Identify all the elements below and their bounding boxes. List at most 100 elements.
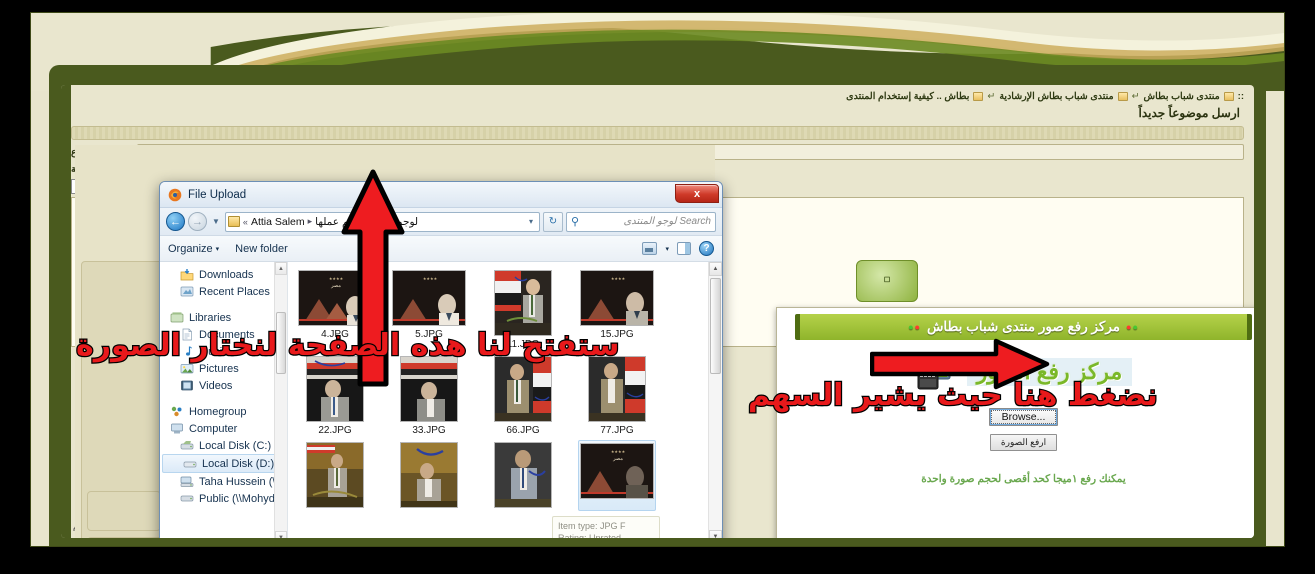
upload-image-button[interactable]: ارفع الصورة (989, 434, 1058, 451)
address-bar[interactable]: « Attia Salem ▸ تم عملها ▸ لوجو المنتدى … (224, 211, 540, 232)
thumbnail-image: ★★★★ (393, 271, 465, 325)
close-icon[interactable]: x (675, 184, 719, 203)
sidebar-item-documents[interactable]: Documents (160, 326, 287, 343)
preview-pane-icon[interactable] (677, 242, 691, 255)
file-label: 77.JPG (600, 425, 634, 436)
sidebar-item-pictures[interactable]: Pictures (160, 360, 287, 377)
scroll-down-icon[interactable]: ▼ (275, 531, 287, 538)
breadcrumb-item-0[interactable]: منتدى شباب بطاش (1144, 91, 1220, 102)
search-input[interactable]: Search لوجو المنتدى ⚲ (566, 211, 716, 232)
file-thumbnail (306, 356, 364, 422)
sidebar-item-local-disk-d[interactable]: Local Disk (D:) (162, 454, 285, 473)
thumbnail-image: ★★★★ مصر (581, 444, 653, 498)
file-thumbnail: ★★★★ (580, 270, 654, 326)
folder-icon (973, 92, 984, 101)
sidebar-item-label: Public (\\Mohyd (199, 492, 275, 505)
toolbar-right-group: ▾ ? (642, 241, 714, 256)
sidebar-item-recent-places[interactable]: Recent Places (160, 283, 287, 300)
file-item[interactable]: ★★★★ مصر (296, 268, 374, 350)
view-icon[interactable] (642, 242, 658, 255)
scrollbar-thumb[interactable] (276, 312, 286, 374)
refresh-icon[interactable]: ↻ (543, 211, 563, 232)
decor-dots: ●● (908, 322, 921, 332)
file-label: 33.JPG (412, 425, 446, 436)
file-item[interactable]: 11.JPG (484, 268, 562, 350)
file-upload-dialog: File Upload x ← → ▼ « Attia Salem ▸ تم ع… (159, 181, 723, 538)
scrollbar-thumb[interactable] (710, 278, 721, 374)
address-segment-0[interactable]: Attia Salem (251, 216, 305, 228)
file-thumbnail (400, 356, 458, 422)
svg-text:مصر: مصر (612, 456, 623, 462)
new-folder-button[interactable]: New folder (235, 243, 288, 255)
file-item[interactable]: 77.JPG (578, 354, 656, 436)
address-segment-1[interactable]: تم عملها (315, 216, 352, 228)
sidebar-item-videos[interactable]: Videos (160, 377, 287, 394)
scroll-up-icon[interactable]: ▲ (275, 262, 287, 275)
file-thumbnail (400, 442, 458, 508)
music-icon (186, 346, 192, 356)
dialog-navbar: ← → ▼ « Attia Salem ▸ تم عملها ▸ لوجو ال… (160, 208, 722, 236)
sidebar-item-homegroup[interactable]: Homegroup (160, 403, 287, 420)
sidebar-item-libraries[interactable]: Libraries (160, 309, 287, 326)
file-label: 11.JPG (506, 339, 540, 350)
file-item[interactable]: 66.JPG (484, 354, 562, 436)
back-button[interactable]: ← (166, 212, 185, 231)
forum-decor-strip (71, 126, 1244, 140)
file-label: 4.JPG (321, 329, 349, 340)
hard-drive-icon (180, 441, 194, 450)
forward-button[interactable]: → (188, 212, 207, 231)
recent-pages-chevron-down-icon[interactable]: ▼ (210, 217, 222, 226)
breadcrumb-item-2[interactable]: بطاش .. كيفية إستخدام المنتدى (846, 91, 969, 102)
file-label: 66.JPG (506, 425, 540, 436)
file-item[interactable] (296, 440, 374, 511)
file-label: 22.JPG (318, 425, 352, 436)
file-item[interactable] (484, 440, 562, 511)
thumbnail-image (495, 443, 551, 507)
sidebar-item-music[interactable]: Music (160, 343, 287, 360)
thumbnail-image: ★★★★ مصر (299, 271, 371, 325)
chevron-down-icon[interactable]: ▾ (665, 245, 669, 253)
sidebar-item-local-disk-c[interactable]: Local Disk (C:) (160, 437, 287, 454)
help-icon[interactable]: ? (699, 241, 714, 256)
sidebar-item-computer[interactable]: Computer (160, 420, 287, 437)
address-segment-2[interactable]: لوجو المنتدى (362, 216, 418, 228)
thumbnail-image (401, 357, 457, 421)
hard-drive-icon (183, 461, 197, 468)
upload-center-logo-row: مركز رفع الصور (795, 352, 1252, 392)
background-upload-logo: ☐ (856, 260, 918, 302)
downloads-icon (180, 269, 194, 281)
sidebar-item-public[interactable]: Public (\\Mohyd (160, 490, 287, 507)
network-drive-icon (180, 495, 194, 502)
sidebar-item-downloads[interactable]: Downloads (160, 266, 287, 283)
dialog-titlebar: File Upload x (160, 182, 722, 208)
navpane-scrollbar[interactable]: ▲ ▼ (274, 262, 287, 538)
file-thumbnail: ★★★★ مصر (580, 443, 654, 499)
sidebar-item-label: Libraries (189, 311, 232, 324)
address-overflow-chevron[interactable]: « (243, 217, 248, 227)
file-item[interactable]: ★★★★ مصر (578, 440, 656, 511)
breadcrumb-separator: ↵ (987, 91, 996, 102)
address-chevron-down-icon[interactable]: ▾ (525, 217, 537, 226)
browse-button[interactable]: Browse... (988, 408, 1059, 426)
file-thumbnail (494, 356, 552, 422)
breadcrumb-item-1[interactable]: منتدى شباب بطاش الإرشادية (999, 91, 1113, 102)
file-item[interactable]: ★★★★ 15.JPG (578, 268, 656, 350)
sidebar-item-taha-hussein[interactable]: Taha Hussein (\\ (160, 473, 287, 490)
sidebar-item-label: Local Disk (D:) (202, 457, 275, 470)
filelist-scrollbar[interactable]: ▲ ▼ (708, 262, 722, 538)
file-label: 5.JPG (415, 329, 443, 340)
sidebar-item-label: Homegroup (189, 405, 247, 418)
image-stack-icon (917, 354, 951, 390)
file-item[interactable]: ★★★★ 5.JPG (390, 268, 468, 350)
svg-text:★★★★: ★★★★ (423, 276, 438, 281)
file-thumbnail (588, 356, 646, 422)
scroll-up-icon[interactable]: ▲ (709, 262, 722, 276)
sidebar-item-label: Taha Hussein (\\ (199, 475, 279, 488)
pictures-icon (180, 364, 194, 374)
organize-button[interactable]: Organize ▾ (168, 243, 219, 255)
file-item[interactable] (390, 440, 468, 511)
file-item[interactable]: 22.JPG (296, 354, 374, 436)
file-item[interactable]: 33.JPG (390, 354, 468, 436)
scroll-down-icon[interactable]: ▼ (709, 530, 722, 538)
